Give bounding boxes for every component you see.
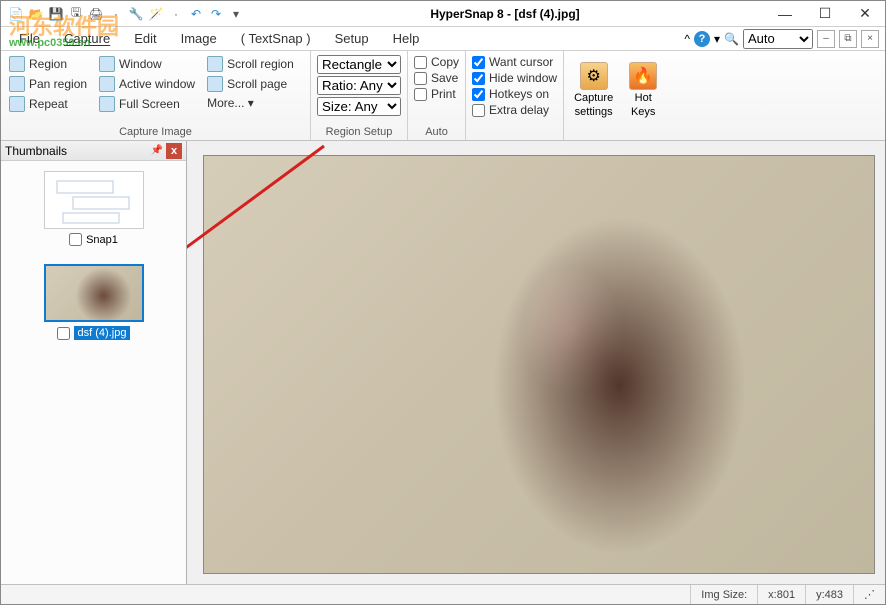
- window-icon: [99, 56, 115, 72]
- ribbon-group-capture-settings: ⚙ Capture settings 🔥 Hot Keys: [564, 51, 667, 140]
- more-button[interactable]: More... ▾: [205, 95, 296, 111]
- image-frame: [203, 155, 875, 574]
- status-img-size-label: Img Size:: [690, 585, 757, 604]
- displayed-image: [204, 156, 874, 573]
- open-icon[interactable]: 📂: [27, 5, 45, 23]
- ribbon-group-label: Region Setup: [317, 124, 401, 140]
- dropdown-icon[interactable]: ▾: [714, 32, 720, 46]
- ribbon-group-label: Capture Image: [7, 124, 304, 140]
- ribbon-group-label: Auto: [414, 124, 459, 140]
- region-button[interactable]: Region: [7, 55, 89, 73]
- thumb-checkbox[interactable]: [69, 233, 82, 246]
- ratio-select[interactable]: Ratio: Any: [317, 76, 401, 95]
- active-window-icon: [99, 76, 115, 92]
- close-panel-icon[interactable]: x: [166, 143, 182, 159]
- thumbnails-list: Snap1 dsf (4).jpg: [1, 161, 186, 350]
- ribbon: Region Pan region Repeat Window Active w…: [1, 51, 885, 141]
- canvas-area[interactable]: [187, 141, 885, 584]
- print-checkbox[interactable]: Print: [414, 87, 459, 101]
- region-icon: [9, 56, 25, 72]
- save2-icon[interactable]: 🖫: [67, 5, 85, 23]
- thumbnail-item[interactable]: Snap1: [11, 171, 176, 246]
- window-button[interactable]: Window: [97, 55, 197, 73]
- window-controls: — ☐ ✕: [765, 1, 885, 27]
- zoom-select[interactable]: Auto: [743, 29, 813, 49]
- scroll-page-button[interactable]: Scroll page: [205, 75, 296, 93]
- title-bar: 📄 📂 💾 🖫 🖨 · 🔧 🪄 · ↶ ↷ ▾ HyperSnap 8 - [d…: [1, 1, 885, 27]
- thumb-label: Snap1: [86, 234, 118, 246]
- tool1-icon[interactable]: 🔧: [127, 5, 145, 23]
- ribbon-group-label: [472, 124, 557, 140]
- chevron-up-icon[interactable]: ^: [684, 32, 690, 46]
- hot-keys-button[interactable]: 🔥 Hot Keys: [625, 60, 661, 120]
- scroll-page-icon: [207, 76, 223, 92]
- capture-settings-icon: ⚙: [580, 62, 608, 90]
- scroll-region-button[interactable]: Scroll region: [205, 55, 296, 73]
- capture-settings-button[interactable]: ⚙ Capture settings: [570, 60, 617, 120]
- sep: ·: [107, 5, 125, 23]
- menu-image[interactable]: Image: [169, 29, 229, 48]
- status-resize-grip[interactable]: ⋰: [853, 585, 885, 604]
- menu-help[interactable]: Help: [381, 29, 432, 48]
- active-window-button[interactable]: Active window: [97, 75, 197, 93]
- help-icon[interactable]: ?: [694, 31, 710, 47]
- tool2-icon[interactable]: 🪄: [147, 5, 165, 23]
- new-icon[interactable]: 📄: [7, 5, 25, 23]
- pin-icon[interactable]: 📌: [148, 145, 166, 156]
- toolbar-btn-2[interactable]: ⧉: [839, 30, 857, 48]
- thumbnails-panel: Thumbnails 📌 x Snap1 dsf (4).jpg: [1, 141, 187, 584]
- ribbon-group-region-setup: Rectangle Ratio: Any Size: Any Region Se…: [311, 51, 408, 140]
- thumbnail-image: [44, 171, 144, 229]
- menu-file[interactable]: File: [7, 29, 52, 48]
- quick-access-toolbar: 📄 📂 💾 🖫 🖨 · 🔧 🪄 · ↶ ↷ ▾: [1, 5, 245, 23]
- menu-setup[interactable]: Setup: [323, 29, 381, 48]
- repeat-button[interactable]: Repeat: [7, 95, 89, 113]
- pan-region-icon: [9, 76, 25, 92]
- ribbon-group-options: Want cursor Hide window Hotkeys on Extra…: [466, 51, 564, 140]
- status-bar: Img Size: x:801 y:483 ⋰: [1, 584, 885, 604]
- menu-edit[interactable]: Edit: [122, 29, 168, 48]
- hide-window-checkbox[interactable]: Hide window: [472, 71, 557, 85]
- close-button[interactable]: ✕: [845, 1, 885, 27]
- extra-delay-checkbox[interactable]: Extra delay: [472, 103, 557, 117]
- ribbon-group-capture-image: Region Pan region Repeat Window Active w…: [1, 51, 311, 140]
- full-screen-button[interactable]: Full Screen: [97, 95, 197, 113]
- copy-checkbox[interactable]: Copy: [414, 55, 459, 69]
- qat-dropdown-icon[interactable]: ▾: [227, 5, 245, 23]
- content-area: Thumbnails 📌 x Snap1 dsf (4).jpg: [1, 141, 885, 584]
- menu-capture[interactable]: Capture: [52, 29, 122, 48]
- save-checkbox[interactable]: Save: [414, 71, 459, 85]
- size-select[interactable]: Size: Any: [317, 97, 401, 116]
- thumb-label: dsf (4).jpg: [74, 326, 131, 340]
- status-y: y:483: [805, 585, 853, 604]
- toolbar-btn-1[interactable]: –: [817, 30, 835, 48]
- fullscreen-icon: [99, 96, 115, 112]
- thumbnails-header: Thumbnails 📌 x: [1, 141, 186, 161]
- shape-select[interactable]: Rectangle: [317, 55, 401, 74]
- redo-icon[interactable]: ↷: [207, 5, 225, 23]
- thumb-checkbox[interactable]: [57, 327, 70, 340]
- save-icon[interactable]: 💾: [47, 5, 65, 23]
- window-title: HyperSnap 8 - [dsf (4).jpg]: [245, 7, 765, 21]
- undo-icon[interactable]: ↶: [187, 5, 205, 23]
- maximize-button[interactable]: ☐: [805, 1, 845, 27]
- thumbnails-title: Thumbnails: [5, 144, 148, 158]
- scroll-region-icon: [207, 56, 223, 72]
- hotkeys-on-checkbox[interactable]: Hotkeys on: [472, 87, 557, 101]
- want-cursor-checkbox[interactable]: Want cursor: [472, 55, 557, 69]
- sep2: ·: [167, 5, 185, 23]
- print-icon[interactable]: 🖨: [87, 5, 105, 23]
- minimize-button[interactable]: —: [765, 1, 805, 27]
- search-icon[interactable]: 🔍: [724, 32, 739, 46]
- menu-textsnap[interactable]: ( TextSnap ): [229, 29, 323, 48]
- pan-region-button[interactable]: Pan region: [7, 75, 89, 93]
- menu-bar: File Capture Edit Image ( TextSnap ) Set…: [1, 27, 885, 51]
- thumbnail-image: [44, 264, 144, 322]
- ribbon-group-auto: Copy Save Print Auto: [408, 51, 466, 140]
- status-x: x:801: [757, 585, 805, 604]
- repeat-icon: [9, 96, 25, 112]
- toolbar-btn-3[interactable]: ×: [861, 30, 879, 48]
- thumbnail-item-selected[interactable]: dsf (4).jpg: [11, 264, 176, 340]
- hot-keys-icon: 🔥: [629, 62, 657, 90]
